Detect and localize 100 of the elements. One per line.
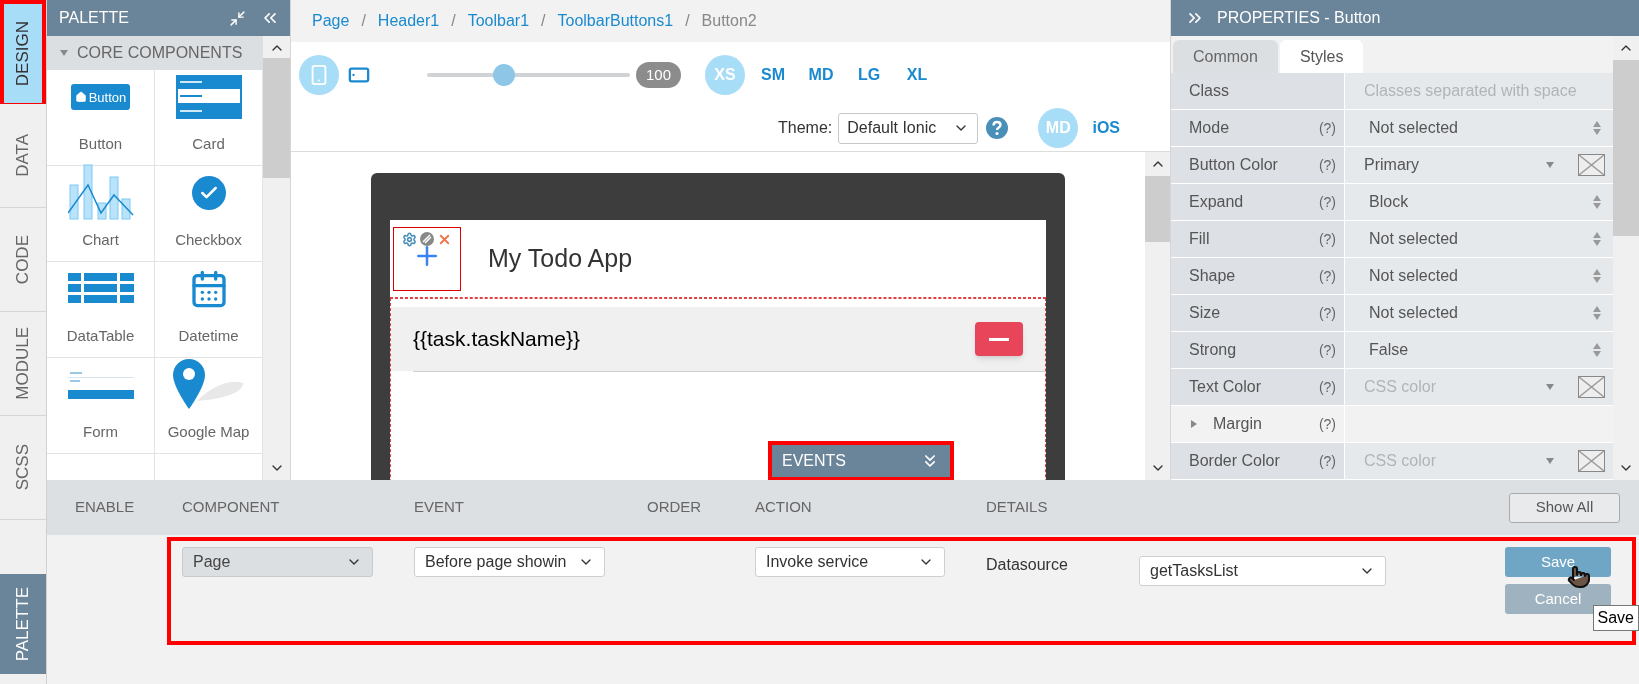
property-label: Fill <box>1189 229 1210 249</box>
palette-item[interactable]: DataTable <box>47 262 155 358</box>
slider-thumb[interactable] <box>493 64 516 86</box>
section-header[interactable]: CORE COMPONENTS <box>47 36 263 70</box>
theme-label: Theme: <box>778 118 833 138</box>
column-header: COMPONENT <box>182 498 280 516</box>
events-button[interactable]: EVENTS <box>768 441 954 480</box>
side-tab[interactable]: DESIGN <box>0 0 46 104</box>
side-tab[interactable]: SCSS <box>0 416 46 520</box>
settings-icon[interactable] <box>402 231 417 247</box>
property-label: Class <box>1189 81 1229 101</box>
sort-arrows-icon <box>1593 194 1602 210</box>
help-link[interactable]: (?) <box>1318 339 1336 361</box>
scrollbar[interactable] <box>1145 152 1170 480</box>
property-label: Size <box>1189 303 1221 323</box>
form-preview-icon <box>67 370 134 401</box>
expand-toggle[interactable] <box>1189 419 1199 429</box>
property-select[interactable]: Not selected <box>1345 110 1614 146</box>
property-label: Button Color <box>1189 155 1278 175</box>
breakpoint-tab[interactable]: MD <box>801 55 842 95</box>
disable-icon[interactable] <box>420 232 434 246</box>
help-link[interactable]: (?) <box>1318 228 1336 250</box>
side-tab[interactable]: MODULE <box>0 312 46 416</box>
breakpoint-tab[interactable]: SM <box>753 55 794 95</box>
platform-mode-tab[interactable]: iOS <box>1086 108 1127 148</box>
dropdown-caret-icon <box>1546 384 1555 390</box>
breadcrumb-separator: / <box>361 11 366 31</box>
scrollbar[interactable] <box>263 36 290 480</box>
scroll-thumb[interactable] <box>263 58 290 178</box>
breadcrumb-link[interactable]: Page <box>312 9 350 33</box>
color-field[interactable]: Primary <box>1364 153 1420 177</box>
collapse-icon[interactable] <box>229 9 246 27</box>
palette-item[interactable]: Button Button <box>47 70 155 166</box>
action-select[interactable]: Invoke service <box>755 547 945 577</box>
help-link[interactable]: (?) <box>1318 117 1336 139</box>
triangle-down-icon <box>59 48 69 58</box>
show-all-button[interactable]: Show All <box>1509 492 1620 523</box>
color-swatch[interactable] <box>1578 376 1606 398</box>
properties-tab[interactable]: Common <box>1173 40 1278 73</box>
datasource-select[interactable]: getTasksList <box>1139 556 1386 586</box>
property-select[interactable]: Not selected <box>1345 295 1614 331</box>
breadcrumb-link[interactable]: Toolbar1 <box>467 9 530 33</box>
column-header: ACTION <box>755 498 812 516</box>
property-select[interactable]: Not selected <box>1345 221 1614 257</box>
breadcrumb-separator: / <box>541 11 546 31</box>
side-tab[interactable]: CODE <box>0 208 46 312</box>
selection-frame[interactable] <box>393 226 461 291</box>
scroll-thumb[interactable] <box>1613 60 1639 236</box>
help-link[interactable]: (?) <box>1318 413 1336 435</box>
side-tab[interactable]: DATA <box>0 104 46 208</box>
property-select[interactable]: Block <box>1345 184 1614 220</box>
property-label: Mode <box>1189 118 1230 138</box>
zoom-slider[interactable] <box>427 64 630 86</box>
breadcrumb-link[interactable]: Button2 <box>701 9 757 33</box>
breakpoint-tab[interactable]: LG <box>849 55 890 95</box>
palette-item[interactable]: Google Map <box>155 358 263 454</box>
help-link[interactable]: (?) <box>1318 154 1336 176</box>
column-header: DETAILS <box>986 498 1048 516</box>
help-link[interactable]: (?) <box>1318 450 1336 472</box>
column-header: ENABLE <box>75 498 135 516</box>
scroll-thumb[interactable] <box>1145 176 1170 242</box>
remove-button[interactable] <box>975 322 1023 356</box>
help-link[interactable]: (?) <box>1318 302 1336 324</box>
help-icon[interactable] <box>986 117 1009 139</box>
save-button[interactable]: Save <box>1505 547 1611 577</box>
palette-item[interactable]: Checkbox <box>155 166 263 262</box>
card-preview-icon <box>175 75 242 120</box>
device-toggle[interactable] <box>299 55 339 95</box>
dropdown-caret-icon <box>1546 458 1555 464</box>
properties-tab[interactable]: Styles <box>1279 40 1364 73</box>
sort-arrows-icon <box>1593 268 1602 284</box>
property-select[interactable]: Not selected <box>1345 258 1614 294</box>
help-link[interactable]: (?) <box>1318 191 1336 213</box>
breakpoint-tab[interactable]: XL <box>897 55 938 95</box>
palette-item[interactable]: Card <box>155 70 263 166</box>
dropdown-caret-icon <box>1546 162 1555 168</box>
help-link[interactable]: (?) <box>1318 265 1336 287</box>
property-select[interactable]: False <box>1345 332 1614 368</box>
palette-item[interactable]: Chart <box>47 166 155 262</box>
tooltip: Save <box>1592 605 1639 631</box>
sort-arrows-icon <box>1593 231 1602 247</box>
color-swatch[interactable] <box>1578 450 1606 472</box>
breadcrumb-separator: / <box>451 11 456 31</box>
palette-item[interactable]: Form <box>47 358 155 454</box>
breadcrumb-link[interactable]: ToolbarButtons1 <box>557 9 674 33</box>
event-select[interactable]: Before page showin <box>414 547 605 577</box>
color-swatch[interactable] <box>1578 154 1606 176</box>
list-item[interactable]: {{task.taskName}} <box>391 307 1045 371</box>
property-label: Strong <box>1189 340 1237 360</box>
theme-select[interactable]: Default Ionic <box>838 112 979 144</box>
sort-arrows-icon <box>1593 305 1602 321</box>
breadcrumb-link[interactable]: Header1 <box>377 9 440 33</box>
item-text: {{task.taskName}} <box>413 326 580 353</box>
scrollbar[interactable] <box>1613 36 1639 480</box>
property-label: Text Color <box>1189 377 1262 397</box>
minus-icon <box>989 337 1009 341</box>
triangle-right-icon <box>1189 419 1199 429</box>
palette-tab[interactable]: PALETTE <box>0 574 46 674</box>
help-link[interactable]: (?) <box>1318 376 1336 398</box>
properties-title: PROPERTIES - Button <box>1217 8 1381 28</box>
